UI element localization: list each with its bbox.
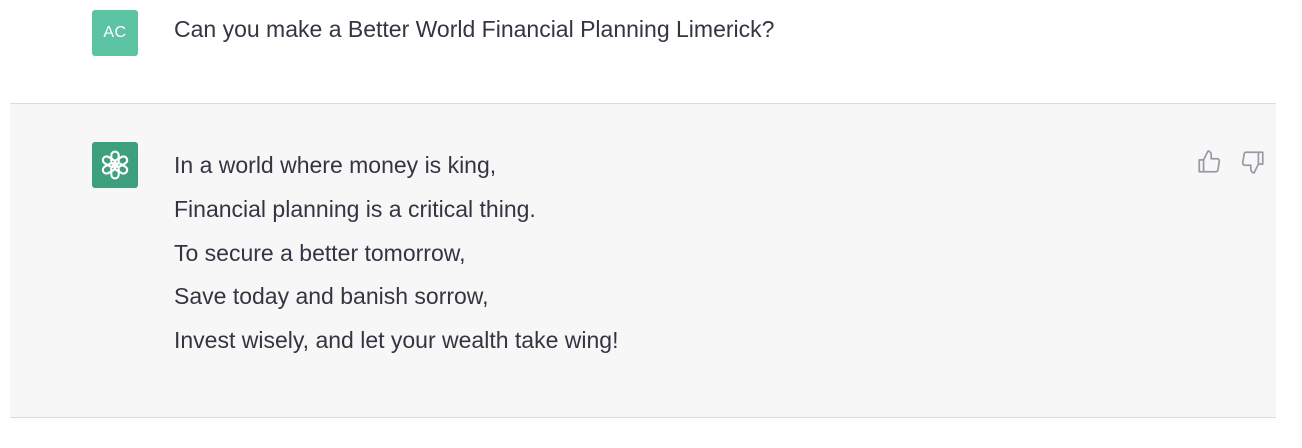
assistant-message-text: In a world where money is king, Financia…	[174, 149, 618, 368]
openai-logo-icon	[101, 150, 129, 180]
feedback-actions	[1194, 148, 1268, 176]
assistant-message-row: In a world where money is king, Financia…	[10, 104, 1276, 418]
poem-line: Save today and banish sorrow,	[174, 283, 489, 310]
user-message-text: Can you make a Better World Financial Pl…	[174, 16, 775, 42]
poem-line: Financial planning is a critical thing.	[174, 195, 536, 222]
poem-line: In a world where money is king,	[174, 152, 497, 178]
thumbs-up-button[interactable]	[1194, 148, 1224, 176]
assistant-avatar	[92, 142, 138, 188]
thumbs-down-icon	[1241, 151, 1264, 174]
poem-line: Invest wisely, and let your wealth take …	[174, 327, 619, 354]
user-avatar-initials: AC	[103, 24, 127, 41]
chat-thread: AC Can you make a Better World Financial…	[0, 0, 1302, 448]
thumbs-up-icon	[1198, 150, 1221, 173]
thumbs-down-button[interactable]	[1238, 148, 1268, 176]
poem-line: To secure a better tomorrow,	[174, 239, 466, 266]
user-avatar: AC	[92, 10, 138, 56]
user-message-row: AC Can you make a Better World Financial…	[10, 0, 1276, 104]
